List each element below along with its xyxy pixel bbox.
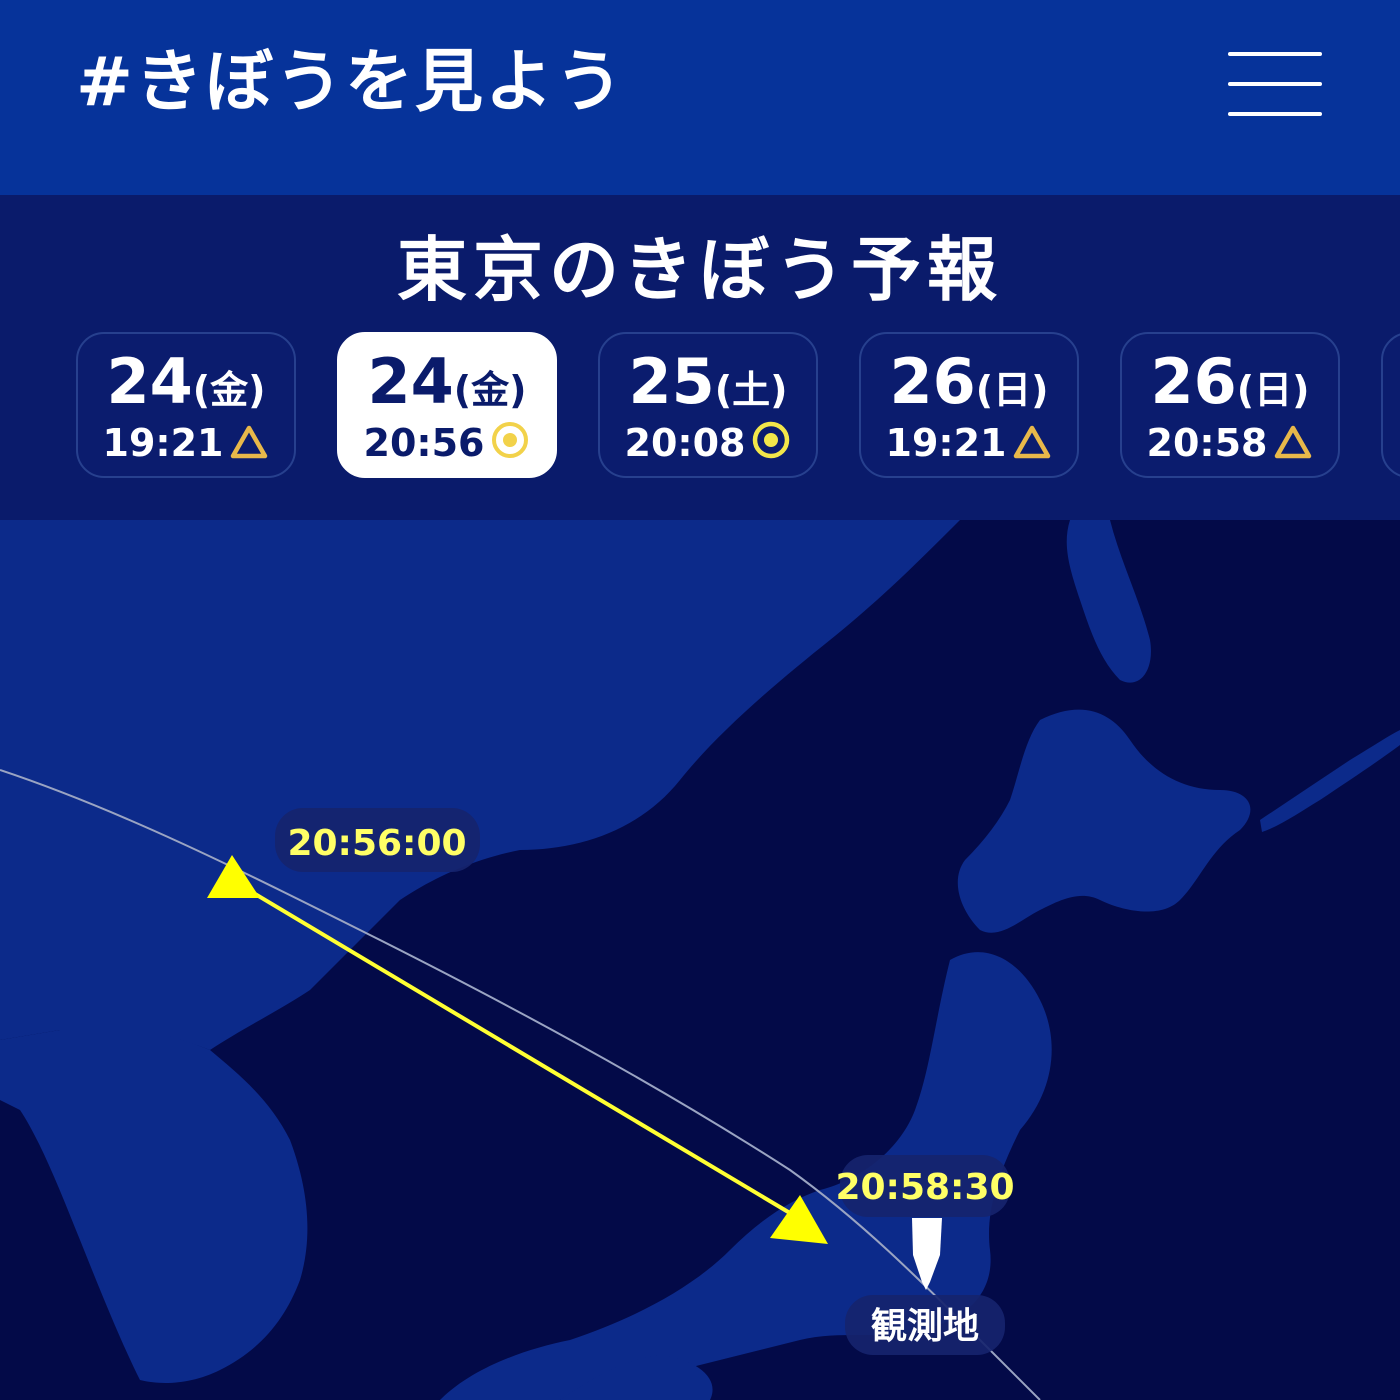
- date-tab-1[interactable]: 24(金) 19:21: [76, 332, 296, 478]
- date-tab-partial[interactable]: [1381, 332, 1400, 478]
- tab-time: 20:56: [363, 421, 485, 465]
- menu-line: [1228, 52, 1322, 56]
- date-tab-3[interactable]: 25(土) 20:08: [598, 332, 818, 478]
- tab-time: 20:58: [1146, 421, 1268, 465]
- tab-date: 25: [628, 345, 715, 418]
- tab-weekday: (土): [714, 368, 788, 412]
- tab-date: 26: [889, 345, 976, 418]
- menu-line: [1228, 82, 1322, 86]
- iss-map[interactable]: 20:56:00 20:58:30 観測地: [0, 520, 1400, 1400]
- tab-time: 19:21: [102, 421, 224, 465]
- start-time-label: 20:56:00: [287, 823, 466, 864]
- tab-time-line: 20:56: [339, 420, 555, 466]
- tab-date-line: 24(金): [339, 346, 555, 426]
- tab-date-line: 26(日): [861, 346, 1077, 426]
- tab-date: 24: [367, 345, 454, 418]
- double-circle-icon: [492, 422, 529, 458]
- tab-time: 20:08: [624, 421, 746, 465]
- hamburger-menu-icon[interactable]: [1220, 42, 1330, 126]
- tab-date: 24: [106, 345, 193, 418]
- tab-date: 26: [1150, 345, 1237, 418]
- forecast-panel: 東京のきぼう予報 24(金) 19:21 24(金) 20:56 25(土) 2…: [0, 195, 1400, 520]
- tab-weekday: (日): [975, 368, 1049, 412]
- double-circle-icon: [753, 421, 790, 459]
- tab-weekday: (日): [1236, 368, 1310, 412]
- tab-time-line: 19:21: [861, 420, 1077, 466]
- brand-title[interactable]: #きぼうを見よう: [76, 38, 625, 128]
- date-tab-2[interactable]: 24(金) 20:56: [337, 332, 557, 478]
- app-header: #きぼうを見よう: [0, 0, 1400, 195]
- triangle-icon: [1275, 425, 1312, 459]
- tab-weekday: (金): [453, 368, 527, 412]
- observer-label: 観測地: [871, 1306, 979, 1347]
- tab-time: 19:21: [885, 421, 1007, 465]
- tab-time-line: 20:58: [1122, 420, 1338, 466]
- date-tab-4[interactable]: 26(日) 19:21: [859, 332, 1079, 478]
- tab-time-line: 20:08: [600, 420, 816, 466]
- tab-date-line: 25(土): [600, 346, 816, 426]
- triangle-icon: [1014, 425, 1051, 459]
- tab-date-line: 24(金): [78, 346, 294, 426]
- tab-time-line: 19:21: [78, 420, 294, 466]
- end-time-label: 20:58:30: [835, 1167, 1014, 1208]
- menu-line: [1228, 112, 1322, 116]
- forecast-title: 東京のきぼう予報: [397, 229, 1003, 311]
- date-tab-5[interactable]: 26(日) 20:58: [1120, 332, 1340, 478]
- tab-weekday: (金): [192, 368, 266, 412]
- triangle-icon: [231, 425, 268, 459]
- tab-date-line: 26(日): [1122, 346, 1338, 426]
